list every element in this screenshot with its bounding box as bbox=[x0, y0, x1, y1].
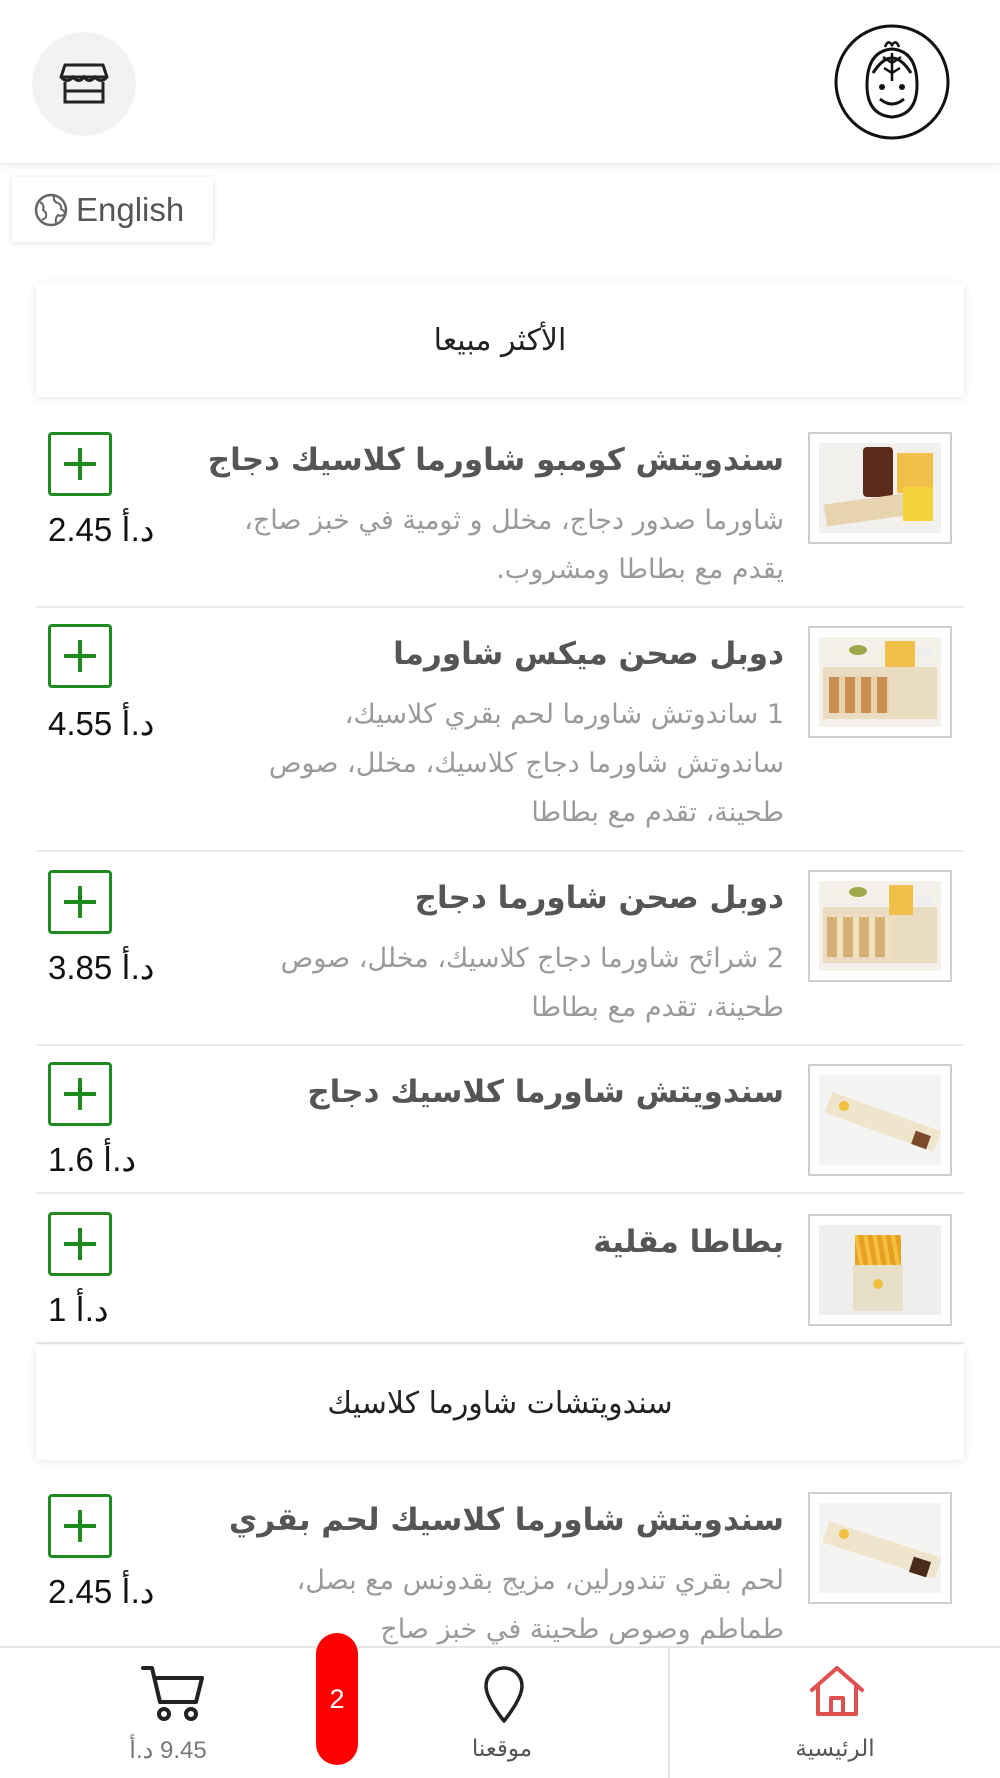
menu-item[interactable]: دوبل صحن ميكس شاورما 1 ساندوتش شاورما لح… bbox=[36, 618, 964, 852]
plus-icon bbox=[64, 1078, 96, 1110]
section-title: الأكثر مبيعا bbox=[433, 322, 567, 358]
item-title: سندويتش شاورما كلاسيك دجاج bbox=[307, 1074, 784, 1110]
plus-icon bbox=[64, 448, 96, 480]
plus-icon bbox=[64, 640, 96, 672]
item-price: 2.45 د.أ bbox=[48, 511, 155, 548]
cart-count-badge[interactable]: 2 bbox=[316, 1633, 358, 1765]
item-image bbox=[808, 1214, 952, 1326]
home-icon bbox=[810, 1666, 864, 1716]
menu-item[interactable]: سندويتش شاورما كلاسيك دجاج 1.6 د.أ bbox=[36, 1056, 964, 1194]
item-price: 3.85 د.أ bbox=[48, 949, 155, 986]
app-header bbox=[0, 0, 1000, 164]
item-price: 2.45 د.أ bbox=[48, 1573, 155, 1610]
item-price: 4.55 د.أ bbox=[48, 705, 155, 742]
item-description: 1 ساندوتش شاورما لحم بقري كلاسيك، ساندوت… bbox=[268, 699, 784, 828]
nav-location-label: موقعنا bbox=[471, 1736, 533, 1762]
nav-home[interactable]: الرئيسية bbox=[668, 1648, 1000, 1778]
item-image bbox=[808, 1492, 952, 1604]
item-title: سندويتش شاورما كلاسيك لحم بقري bbox=[228, 1502, 784, 1538]
add-to-cart-button[interactable] bbox=[48, 1212, 112, 1276]
item-price: 1.6 د.أ bbox=[48, 1141, 137, 1178]
item-image bbox=[808, 432, 952, 544]
add-to-cart-button[interactable] bbox=[48, 1062, 112, 1126]
section-title: سندويتشات شاورما كلاسيك bbox=[327, 1385, 673, 1421]
bottom-navigation: الرئيسية موقعنا 9.45 د.أ bbox=[0, 1646, 1000, 1778]
plus-icon bbox=[64, 1228, 96, 1260]
cart-icon bbox=[141, 1666, 204, 1721]
language-label: English bbox=[76, 190, 185, 228]
item-description: 2 شرائح شاورما دجاج كلاسيك، مخلل، صوص طح… bbox=[280, 943, 784, 1023]
store-button[interactable] bbox=[32, 32, 136, 136]
item-image bbox=[808, 1064, 952, 1176]
brand-logo bbox=[833, 23, 951, 141]
item-price: 1 د.أ bbox=[48, 1291, 109, 1328]
section-header-classic-shawarma: سندويتشات شاورما كلاسيك bbox=[36, 1346, 964, 1460]
item-title: بطاطا مقلية bbox=[593, 1224, 784, 1260]
menu-item[interactable]: بطاطا مقلية 1 د.أ bbox=[36, 1206, 964, 1344]
plus-icon bbox=[64, 886, 96, 918]
language-toggle[interactable]: English bbox=[12, 177, 213, 242]
item-description: شاورما صدور دجاج، مخلل و ثومية في خبز صا… bbox=[244, 505, 784, 585]
location-pin-icon bbox=[484, 1666, 524, 1723]
add-to-cart-button[interactable] bbox=[48, 1494, 112, 1558]
menu-item[interactable]: دوبل صحن شاورما دجاج 2 شرائح شاورما دجاج… bbox=[36, 862, 964, 1046]
item-title: دوبل صحن شاورما دجاج bbox=[414, 880, 784, 916]
add-to-cart-button[interactable] bbox=[48, 432, 112, 496]
nav-home-label: الرئيسية bbox=[795, 1736, 875, 1762]
globe-icon bbox=[34, 193, 68, 226]
nav-location[interactable]: موقعنا bbox=[336, 1648, 668, 1778]
cart-total: 9.45 د.أ bbox=[129, 1737, 207, 1764]
item-image bbox=[808, 870, 952, 982]
add-to-cart-button[interactable] bbox=[48, 870, 112, 934]
add-to-cart-button[interactable] bbox=[48, 624, 112, 688]
item-title: سندويتش كومبو شاورما كلاسيك دجاج bbox=[207, 442, 784, 478]
store-icon bbox=[59, 63, 109, 104]
menu-item[interactable]: سندويتش كومبو شاورما كلاسيك دجاج شاورما … bbox=[36, 424, 964, 608]
item-image bbox=[808, 626, 952, 738]
item-title: دوبل صحن ميكس شاورما bbox=[393, 636, 784, 672]
section-header-bestsellers: الأكثر مبيعا bbox=[36, 283, 964, 397]
nav-cart[interactable]: 9.45 د.أ bbox=[0, 1648, 336, 1778]
plus-icon bbox=[64, 1510, 96, 1542]
